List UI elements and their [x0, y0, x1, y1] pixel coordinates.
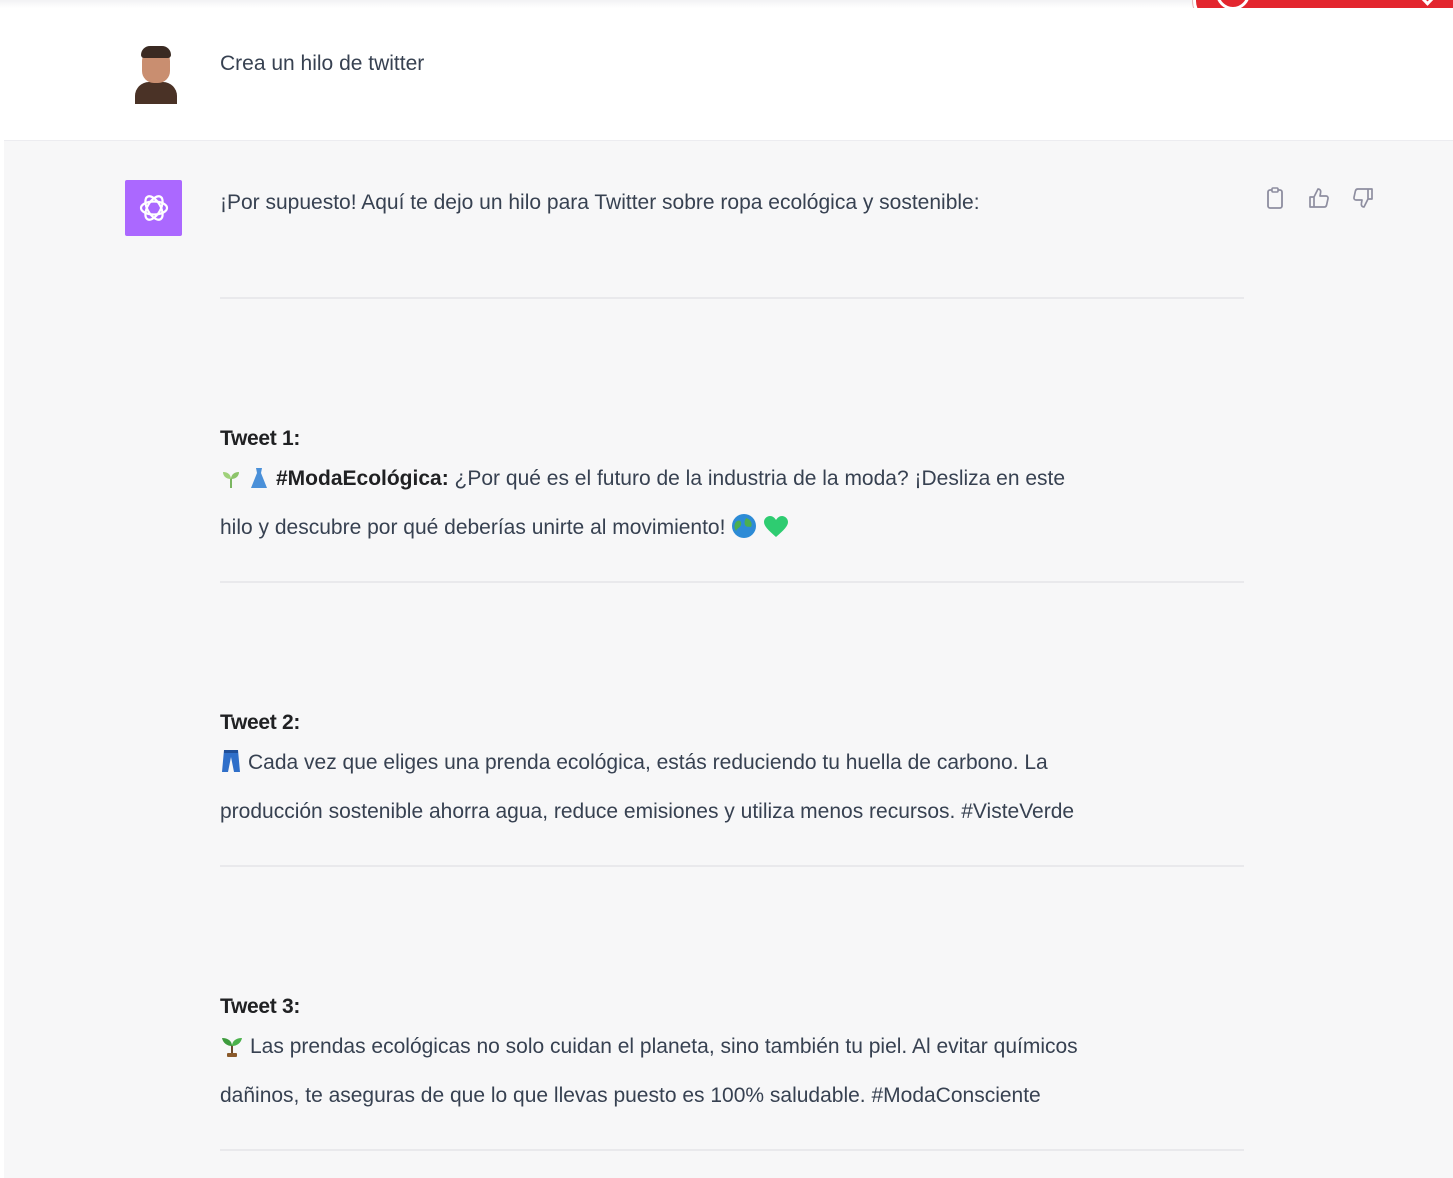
tweet-3-line1: Las prendas ecológicas no solo cuidan el…: [250, 1035, 1078, 1058]
chatgpt-logo-icon: [125, 180, 182, 236]
assistant-message-row: ¡Por supuesto! Aquí te dejo un hilo para…: [4, 140, 1453, 1178]
divider: [220, 865, 1244, 867]
tweet-title: Tweet 2:: [220, 711, 301, 734]
user-avatar: [133, 46, 179, 104]
hashtag-moda-ecologica: #ModaEcológica:: [276, 467, 449, 490]
tweet-body: #ModaEcológica: ¿Por qué es el futuro de…: [220, 457, 1250, 555]
assistant-intro-text: ¡Por supuesto! Aquí te dejo un hilo para…: [220, 191, 980, 214]
seedling-icon: [220, 462, 242, 506]
tweet-2-line2: producción sostenible ahorra agua, reduc…: [220, 800, 1075, 823]
dress-icon: [248, 462, 270, 506]
divider: [220, 1149, 1244, 1151]
earth-icon: [731, 511, 757, 555]
thumbs-up-icon[interactable]: [1306, 185, 1332, 211]
sprout-icon: [220, 1030, 244, 1074]
tweet-1: Tweet 1: #ModaEcológica: ¿Por qué es el …: [220, 421, 1250, 555]
copy-icon[interactable]: [1262, 185, 1288, 211]
tweet-3-line2: dañinos, te aseguras de que lo que lleva…: [220, 1084, 1041, 1107]
tweet-1-line1: ¿Por qué es el futuro de la industria de…: [454, 467, 1066, 490]
tweet-title: Tweet 1:: [220, 427, 301, 450]
green-heart-icon: [763, 511, 789, 555]
user-message-row: Crea un hilo de twitter: [0, 8, 1453, 138]
divider: [220, 581, 1244, 583]
message-actions: [1262, 185, 1376, 211]
chevron-down-icon: [1418, 0, 1437, 6]
divider: [220, 297, 1244, 299]
jeans-icon: [220, 746, 242, 790]
chat-page: Crea un hilo de twitter ¡Por supuesto! A…: [0, 0, 1453, 1178]
tweet-body: Las prendas ecológicas no solo cuidan el…: [220, 1025, 1250, 1118]
tweet-body: Cada vez que eliges una prenda ecológica…: [220, 741, 1250, 834]
tweet-1-line2: hilo y descubre por qué deberías unirte …: [220, 516, 726, 539]
tweet-2-line1: Cada vez que eliges una prenda ecológica…: [248, 751, 1048, 774]
tweet-title: Tweet 3:: [220, 995, 301, 1018]
tweet-2: Tweet 2: Cada vez que eliges una prenda …: [220, 705, 1250, 834]
tweet-3: Tweet 3: Las prendas ecológicas no solo …: [220, 989, 1250, 1118]
thumbs-down-icon[interactable]: [1350, 185, 1376, 211]
user-message-text: Crea un hilo de twitter: [220, 52, 425, 75]
